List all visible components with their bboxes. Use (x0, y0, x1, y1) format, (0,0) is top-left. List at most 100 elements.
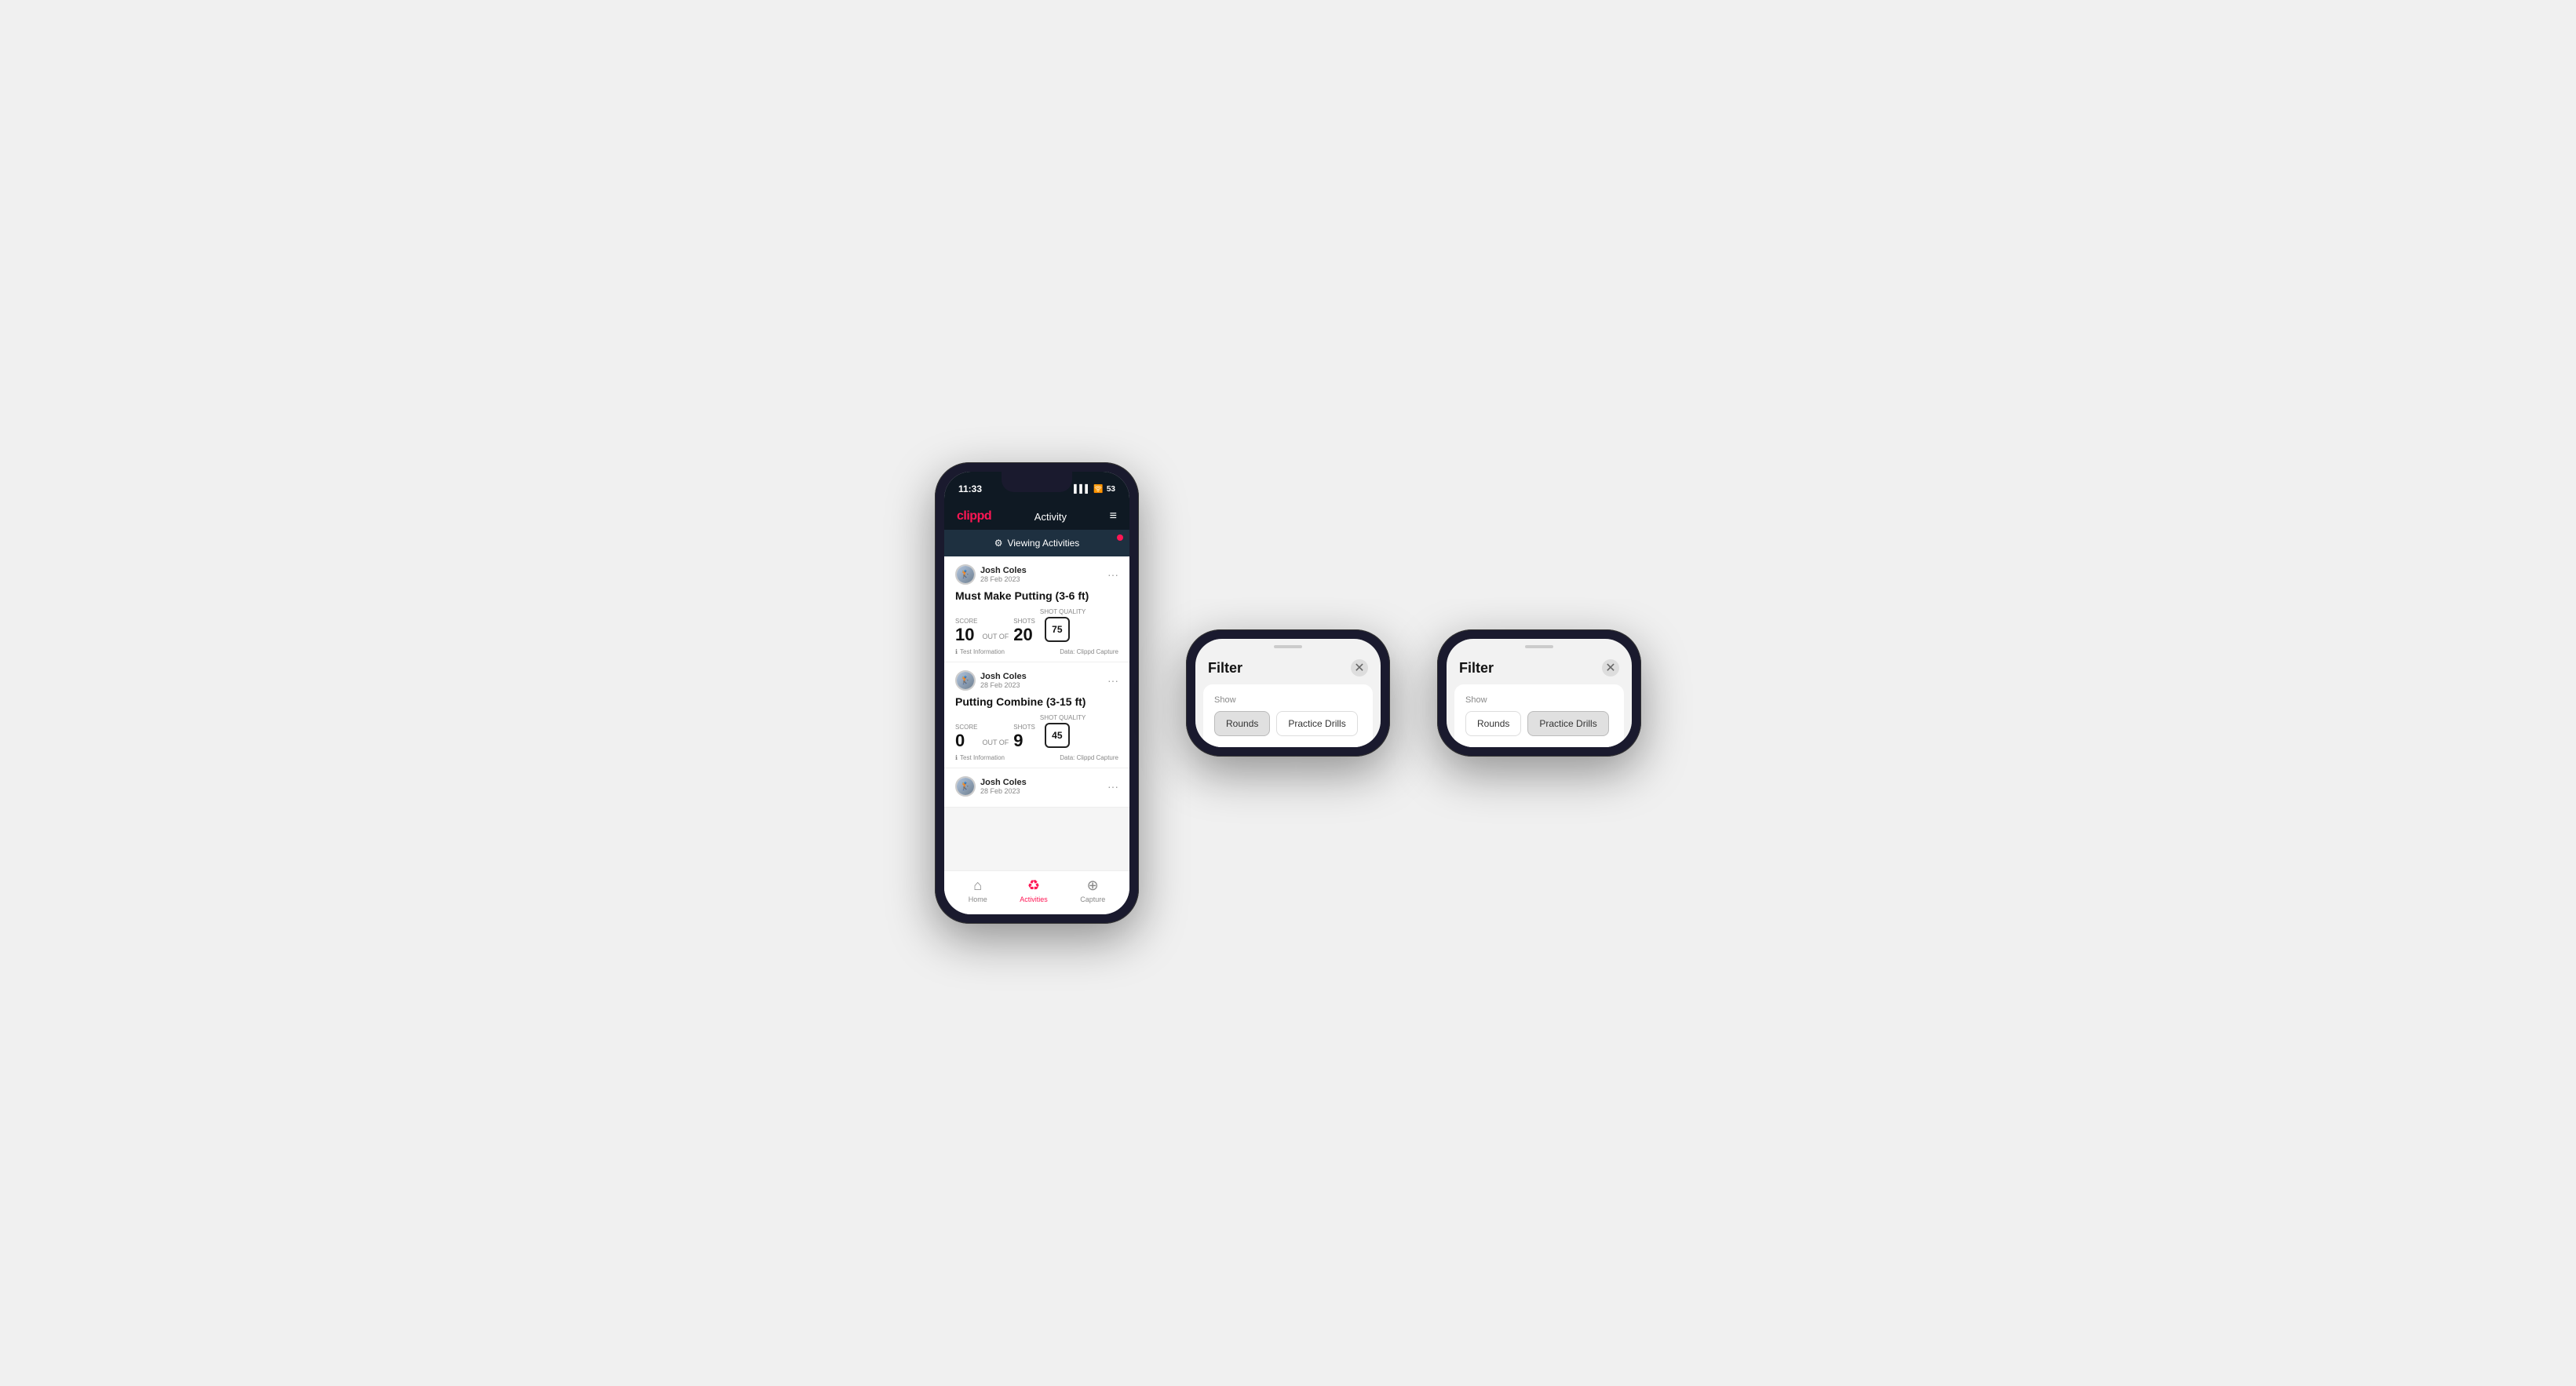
score-value-2: 0 (955, 732, 977, 750)
quality-label-1: Shot Quality (1040, 608, 1086, 615)
score-value-1: 10 (955, 626, 977, 644)
card-footer-2: ℹ Test Information Data: Clippd Capture (955, 754, 1118, 761)
shots-group-1: Shots 20 (1013, 618, 1035, 644)
user-date-1: 28 Feb 2023 (980, 575, 1027, 583)
avatar-2: 🏌 (955, 670, 976, 691)
scene: 11:33 ▌▌▌ 🛜 53 clippd Activity ≡ ⚙ Viewi… (888, 415, 1688, 971)
nav-title-1: Activity (1034, 511, 1067, 523)
filter-header-2: Filter ✕ (1195, 648, 1381, 684)
test-info-2: ℹ Test Information (955, 754, 1005, 761)
practice-drills-show-btn-3[interactable]: Practice Drills (1527, 711, 1608, 736)
test-info-1: ℹ Test Information (955, 648, 1005, 655)
practice-drills-show-btn-2[interactable]: Practice Drills (1276, 711, 1357, 736)
user-name-3: Josh Coles (980, 778, 1027, 787)
filter-body-3: Show Rounds Practice Drills Practice Dri… (1454, 684, 1624, 747)
show-options-3: Rounds Practice Drills (1465, 711, 1613, 736)
quality-group-2: Shot Quality 45 (1040, 714, 1086, 750)
stats-row-1: Score 10 OUT OF Shots 20 Shot Quality 75 (955, 608, 1118, 644)
stats-row-2: Score 0 OUT OF Shots 9 Shot Quality 45 (955, 714, 1118, 750)
avatar-img-1: 🏌 (957, 566, 974, 583)
signal-icon-1: ▌▌▌ (1074, 485, 1090, 494)
capture-label-1: Capture (1080, 895, 1105, 903)
avatar-3: 🏌 (955, 776, 976, 797)
card-header-1: 🏌 Josh Coles 28 Feb 2023 ··· (955, 564, 1118, 585)
filter-close-3[interactable]: ✕ (1602, 659, 1619, 677)
nav-home-1[interactable]: ⌂ Home (969, 877, 987, 903)
user-name-1: Josh Coles (980, 566, 1027, 575)
filter-close-2[interactable]: ✕ (1351, 659, 1368, 677)
activity-title-2: Putting Combine (3-15 ft) (955, 695, 1118, 708)
filter-title-3: Filter (1459, 660, 1494, 677)
show-options-2: Rounds Practice Drills (1214, 711, 1362, 736)
out-of-2: OUT OF (982, 739, 1009, 746)
rounds-show-btn-3[interactable]: Rounds (1465, 711, 1521, 736)
shots-value-2: 9 (1013, 732, 1035, 750)
capture-icon-1: ⊕ (1087, 877, 1099, 894)
home-icon-1: ⌂ (973, 877, 982, 894)
data-source-1: Data: Clippd Capture (1060, 648, 1118, 655)
shots-label-2: Shots (1013, 724, 1035, 731)
phone-3: 11:33 ▌▌▌ 🛜 53 clippd Activity ≡ ⚙ Viewi… (1437, 629, 1641, 757)
quality-badge-2: 45 (1045, 723, 1070, 748)
user-details-3: Josh Coles 28 Feb 2023 (980, 778, 1027, 795)
quality-group-1: Shot Quality 75 (1040, 608, 1086, 644)
phone-1: 11:33 ▌▌▌ 🛜 53 clippd Activity ≡ ⚙ Viewi… (935, 462, 1139, 924)
wifi-icon-1: 🛜 (1093, 485, 1103, 494)
shots-label-1: Shots (1013, 618, 1035, 625)
activities-icon-1: ♻ (1027, 877, 1040, 894)
avatar-1: 🏌 (955, 564, 976, 585)
show-label-2: Show (1214, 695, 1362, 705)
filter-header-3: Filter ✕ (1447, 648, 1632, 684)
more-dots-2[interactable]: ··· (1107, 674, 1118, 687)
nav-capture-1[interactable]: ⊕ Capture (1080, 877, 1105, 903)
activity-card-2: 🏌 Josh Coles 28 Feb 2023 ··· Putting Com… (944, 662, 1129, 768)
activity-title-1: Must Make Putting (3-6 ft) (955, 589, 1118, 602)
user-info-1: 🏌 Josh Coles 28 Feb 2023 (955, 564, 1027, 585)
avatar-img-3: 🏌 (957, 778, 974, 795)
more-dots-3[interactable]: ··· (1107, 780, 1118, 793)
notch-1 (1002, 472, 1072, 492)
viewing-banner-1[interactable]: ⚙ Viewing Activities (944, 530, 1129, 556)
score-group-2: Score 0 (955, 724, 977, 750)
activity-card-3: 🏌 Josh Coles 28 Feb 2023 ··· (944, 768, 1129, 808)
quality-label-2: Shot Quality (1040, 714, 1086, 721)
show-label-3: Show (1465, 695, 1613, 705)
activity-content-1: 🏌 Josh Coles 28 Feb 2023 ··· Must Make P… (944, 556, 1129, 870)
card-header-2: 🏌 Josh Coles 28 Feb 2023 ··· (955, 670, 1118, 691)
card-footer-1: ℹ Test Information Data: Clippd Capture (955, 648, 1118, 655)
filter-overlay-2: Filter ✕ Show Rounds Practice Drills Rou… (1195, 639, 1381, 747)
status-time-1: 11:33 (958, 483, 982, 494)
user-name-2: Josh Coles (980, 672, 1027, 681)
score-label-1: Score (955, 618, 977, 625)
score-label-2: Score (955, 724, 977, 731)
avatar-img-2: 🏌 (957, 672, 974, 689)
nav-activities-1[interactable]: ♻ Activities (1020, 877, 1048, 903)
filter-sheet-2: Filter ✕ Show Rounds Practice Drills Rou… (1195, 639, 1381, 747)
viewing-icon-1: ⚙ (994, 538, 1003, 549)
score-group-1: Score 10 (955, 618, 977, 644)
activity-card-1: 🏌 Josh Coles 28 Feb 2023 ··· Must Make P… (944, 556, 1129, 662)
red-dot-1 (1117, 534, 1123, 541)
bottom-nav-1: ⌂ Home ♻ Activities ⊕ Capture (944, 870, 1129, 914)
shots-group-2: Shots 9 (1013, 724, 1035, 750)
home-label-1: Home (969, 895, 987, 903)
battery-1: 53 (1107, 485, 1115, 494)
quality-badge-1: 75 (1045, 617, 1070, 642)
more-dots-1[interactable]: ··· (1107, 568, 1118, 581)
card-header-3: 🏌 Josh Coles 28 Feb 2023 ··· (955, 776, 1118, 797)
viewing-label-1: Viewing Activities (1007, 538, 1079, 549)
nav-bar-1: clippd Activity ≡ (944, 503, 1129, 530)
filter-overlay-3: Filter ✕ Show Rounds Practice Drills Pra… (1447, 639, 1632, 747)
filter-body-2: Show Rounds Practice Drills Rounds Pract… (1203, 684, 1373, 747)
activities-label-1: Activities (1020, 895, 1048, 903)
filter-sheet-3: Filter ✕ Show Rounds Practice Drills Pra… (1447, 639, 1632, 747)
shots-value-1: 20 (1013, 626, 1035, 644)
nav-menu-1[interactable]: ≡ (1110, 509, 1117, 523)
phone-1-screen: 11:33 ▌▌▌ 🛜 53 clippd Activity ≡ ⚙ Viewi… (944, 472, 1129, 914)
phone-2-screen: 11:33 ▌▌▌ 🛜 53 clippd Activity ≡ ⚙ Viewi… (1195, 639, 1381, 747)
rounds-show-btn-2[interactable]: Rounds (1214, 711, 1270, 736)
out-of-1: OUT OF (982, 633, 1009, 640)
user-info-2: 🏌 Josh Coles 28 Feb 2023 (955, 670, 1027, 691)
user-date-2: 28 Feb 2023 (980, 681, 1027, 689)
user-details-2: Josh Coles 28 Feb 2023 (980, 672, 1027, 689)
